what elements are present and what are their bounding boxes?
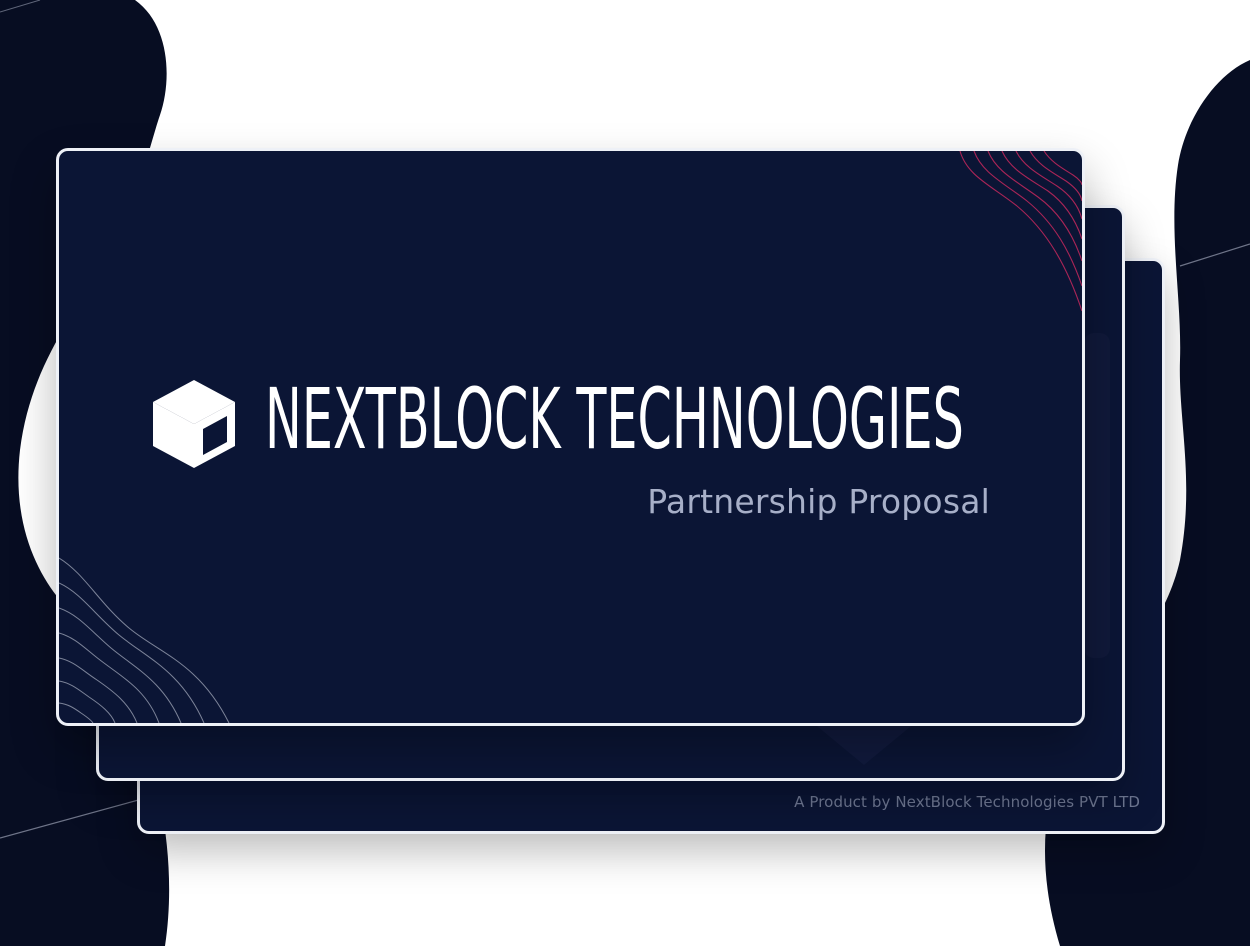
middle-side-panel	[1084, 333, 1110, 658]
slide-front: NEXTBLOCK TECHNOLOGIES Partnership Propo…	[56, 148, 1085, 726]
bottom-left-contour-lines	[59, 557, 230, 723]
subtitle: Partnership Proposal	[647, 482, 990, 521]
brand-title: NEXTBLOCK TECHNOLOGIES	[265, 370, 964, 468]
footer-text: A Product by NextBlock Technologies PVT …	[794, 793, 1140, 811]
top-right-contour-lines	[959, 151, 1082, 312]
cube-icon	[153, 380, 235, 468]
